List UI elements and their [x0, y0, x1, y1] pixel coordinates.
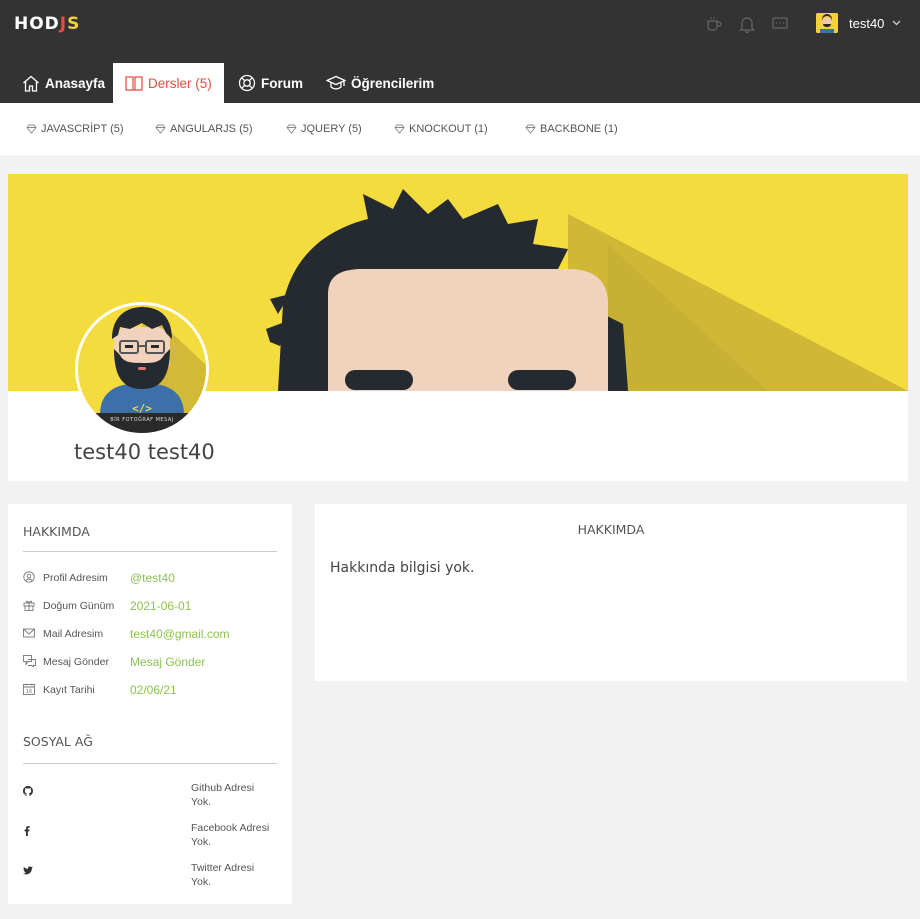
tab-dersler[interactable]: Dersler (5)	[113, 63, 224, 103]
profile-avatar[interactable]: </> BİR FOTOĞRAF MESAJ	[75, 302, 209, 436]
profile-name: test40 test40	[74, 440, 215, 464]
info-label: Profil Adresim	[43, 572, 108, 584]
subnav-label: BACKBONE (1)	[540, 123, 618, 135]
user-avatar	[816, 13, 838, 33]
svg-text:16: 16	[26, 689, 32, 695]
register-date-value: 02/06/21	[130, 683, 177, 697]
divider	[23, 551, 277, 552]
subnav-item-jquery[interactable]: JQUERY (5)	[286, 123, 362, 135]
github-text: Github Adresi Yok.	[191, 782, 255, 808]
graduation-cap-icon	[326, 75, 346, 90]
chat-icon	[23, 655, 36, 667]
email-link[interactable]: test40@gmail.com	[130, 627, 230, 641]
subnav-label: KNOCKOUT (1)	[409, 123, 488, 135]
bell-icon[interactable]	[736, 13, 758, 35]
logo-text-main: HOD	[14, 14, 60, 34]
diamond-icon	[155, 124, 166, 134]
subnav-item-angularjs[interactable]: ANGULARJS (5)	[155, 123, 253, 135]
subnav-label: JQUERY (5)	[301, 123, 362, 135]
github-icon[interactable]	[23, 786, 33, 796]
profile-link[interactable]: @test40	[130, 571, 175, 585]
tab-label: Forum	[261, 75, 303, 91]
user-menu[interactable]: test40	[816, 12, 901, 34]
about-text: Hakkında bilgisi yok.	[330, 560, 475, 576]
twitter-icon[interactable]	[23, 866, 33, 875]
subnav-item-backbone[interactable]: BACKBONE (1)	[525, 123, 618, 135]
tab-label: Öğrencilerim	[351, 75, 435, 91]
tab-label: Anasayfa	[45, 75, 106, 91]
course-subnav: JAVASCRİPT (5) ANGULARJS (5) JQUERY (5) …	[0, 103, 920, 155]
about-main-title: HAKKIMDA	[577, 522, 645, 537]
info-label: Mesaj Gönder	[43, 656, 109, 668]
tab-label: Dersler (5)	[148, 75, 212, 91]
diamond-icon	[26, 124, 37, 134]
subnav-label: JAVASCRİPT (5)	[41, 123, 124, 135]
about-sidebar: HAKKIMDA Profil Adresim @test40 Doğum Gü…	[8, 504, 292, 904]
info-row-register: 16 Kayıt Tarihi 02/06/21	[23, 682, 277, 698]
envelope-icon	[23, 628, 35, 638]
info-row-profile: Profil Adresim @test40	[23, 570, 277, 586]
gift-icon	[23, 600, 35, 611]
about-main: HAKKIMDA Hakkında bilgisi yok.	[315, 504, 907, 681]
info-row-email: Mail Adresim test40@gmail.com	[23, 626, 277, 642]
user-circle-icon	[23, 571, 35, 583]
diamond-icon	[286, 124, 297, 134]
top-header: HOD J S test40	[0, 0, 920, 50]
info-label: Kayıt Tarihi	[43, 684, 95, 696]
subnav-label: ANGULARJS (5)	[170, 123, 253, 135]
lifebuoy-icon	[238, 74, 256, 92]
book-icon	[125, 76, 143, 91]
divider	[23, 763, 277, 764]
twitter-text: Twitter Adresi Yok.	[191, 862, 255, 888]
profile-card: </> BİR FOTOĞRAF MESAJ test40 test40	[8, 174, 908, 481]
message-icon[interactable]	[769, 13, 791, 35]
social-title: SOSYAL AĞ	[23, 734, 93, 749]
subnav-item-javascript[interactable]: JAVASCRİPT (5)	[26, 123, 124, 135]
send-message-link[interactable]: Mesaj Gönder	[130, 655, 205, 669]
logo-text-accent-2: S	[67, 14, 81, 34]
about-sidebar-title: HAKKIMDA	[23, 524, 90, 539]
main-nav: Anasayfa Dersler (5) Forum Öğrencilerim	[0, 50, 920, 103]
tab-ogrencilerim[interactable]: Öğrencilerim	[326, 63, 434, 103]
site-logo[interactable]: HOD J S	[14, 14, 81, 34]
logo-text-accent: J	[59, 14, 68, 34]
calendar-icon: 16	[23, 683, 35, 695]
facebook-text: Facebook Adresi Yok.	[191, 822, 270, 848]
info-label: Doğum Günüm	[43, 600, 115, 612]
avatar-change-caption[interactable]: BİR FOTOĞRAF MESAJ	[78, 413, 206, 433]
info-row-message: Mesaj Gönder Mesaj Gönder	[23, 654, 277, 670]
facebook-icon[interactable]	[23, 826, 31, 836]
home-icon	[23, 75, 39, 92]
info-row-birthday: Doğum Günüm 2021-06-01	[23, 598, 277, 614]
subnav-item-knockout[interactable]: KNOCKOUT (1)	[394, 123, 488, 135]
tab-anasayfa[interactable]: Anasayfa	[22, 63, 105, 103]
diamond-icon	[525, 124, 536, 134]
info-label: Mail Adresim	[43, 628, 104, 640]
chevron-down-icon	[892, 20, 901, 26]
birthday-value: 2021-06-01	[130, 599, 192, 613]
tab-forum[interactable]: Forum	[238, 63, 303, 103]
user-name: test40	[849, 15, 885, 31]
coffee-icon[interactable]	[703, 13, 725, 35]
diamond-icon	[394, 124, 405, 134]
